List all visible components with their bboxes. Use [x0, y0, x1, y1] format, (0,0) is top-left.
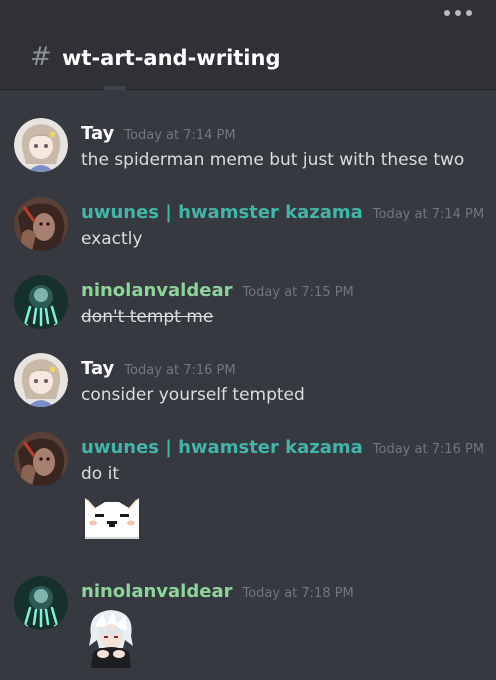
author-name[interactable]: ninolanvaldear	[81, 581, 232, 602]
pixel-cat-emoji-icon	[81, 490, 143, 544]
message-text-strikethrough: don't tempt me	[81, 307, 214, 327]
avatar[interactable]	[14, 197, 68, 251]
more-options-button[interactable]	[444, 10, 472, 16]
scroll-indicator	[104, 86, 126, 90]
message-author[interactable]: ninolanvaldear Today at 7:15 PM	[81, 279, 354, 305]
message-timestamp: Today at 7:14 PM	[124, 128, 236, 143]
message-timestamp: Today at 7:15 PM	[242, 285, 354, 300]
dot-icon	[466, 10, 472, 16]
message-text: consider yourself tempted	[81, 385, 305, 405]
message-author[interactable]: uwunes | hwamster kazama Today at 7:16 PM	[81, 436, 484, 462]
anime-boy-emoji-icon	[81, 606, 141, 672]
channel-name[interactable]: wt-art-and-writing	[62, 44, 280, 72]
author-name[interactable]: Tay	[81, 123, 114, 144]
channel-header: # wt-art-and-writing	[0, 0, 496, 90]
channel-hash-icon: #	[30, 42, 52, 72]
message-timestamp: Today at 7:16 PM	[372, 442, 485, 457]
message-author[interactable]: ninolanvaldear Today at 7:18 PM	[81, 580, 354, 606]
message-timestamp: Today at 7:16 PM	[124, 363, 236, 378]
avatar[interactable]	[14, 353, 68, 407]
avatar[interactable]	[14, 275, 68, 329]
avatar[interactable]	[14, 432, 68, 486]
message-timestamp: Today at 7:14 PM	[372, 207, 485, 222]
avatar[interactable]	[14, 118, 68, 172]
author-name[interactable]: uwunes | hwamster kazama	[81, 437, 363, 458]
dot-icon	[444, 10, 450, 16]
message-text: the spiderman meme but just with these t…	[81, 150, 465, 170]
author-name[interactable]: Tay	[81, 358, 114, 379]
dot-icon	[455, 10, 461, 16]
message-author[interactable]: Tay Today at 7:14 PM	[81, 122, 236, 148]
message-timestamp: Today at 7:18 PM	[242, 586, 354, 601]
avatar[interactable]	[14, 576, 68, 630]
message-text: do it	[81, 464, 119, 484]
message-author[interactable]: uwunes | hwamster kazama Today at 7:14 PM	[81, 201, 484, 227]
message-text: exactly	[81, 229, 143, 249]
author-name[interactable]: ninolanvaldear	[81, 280, 232, 301]
message-author[interactable]: Tay Today at 7:16 PM	[81, 357, 236, 383]
author-name[interactable]: uwunes | hwamster kazama	[81, 202, 363, 223]
